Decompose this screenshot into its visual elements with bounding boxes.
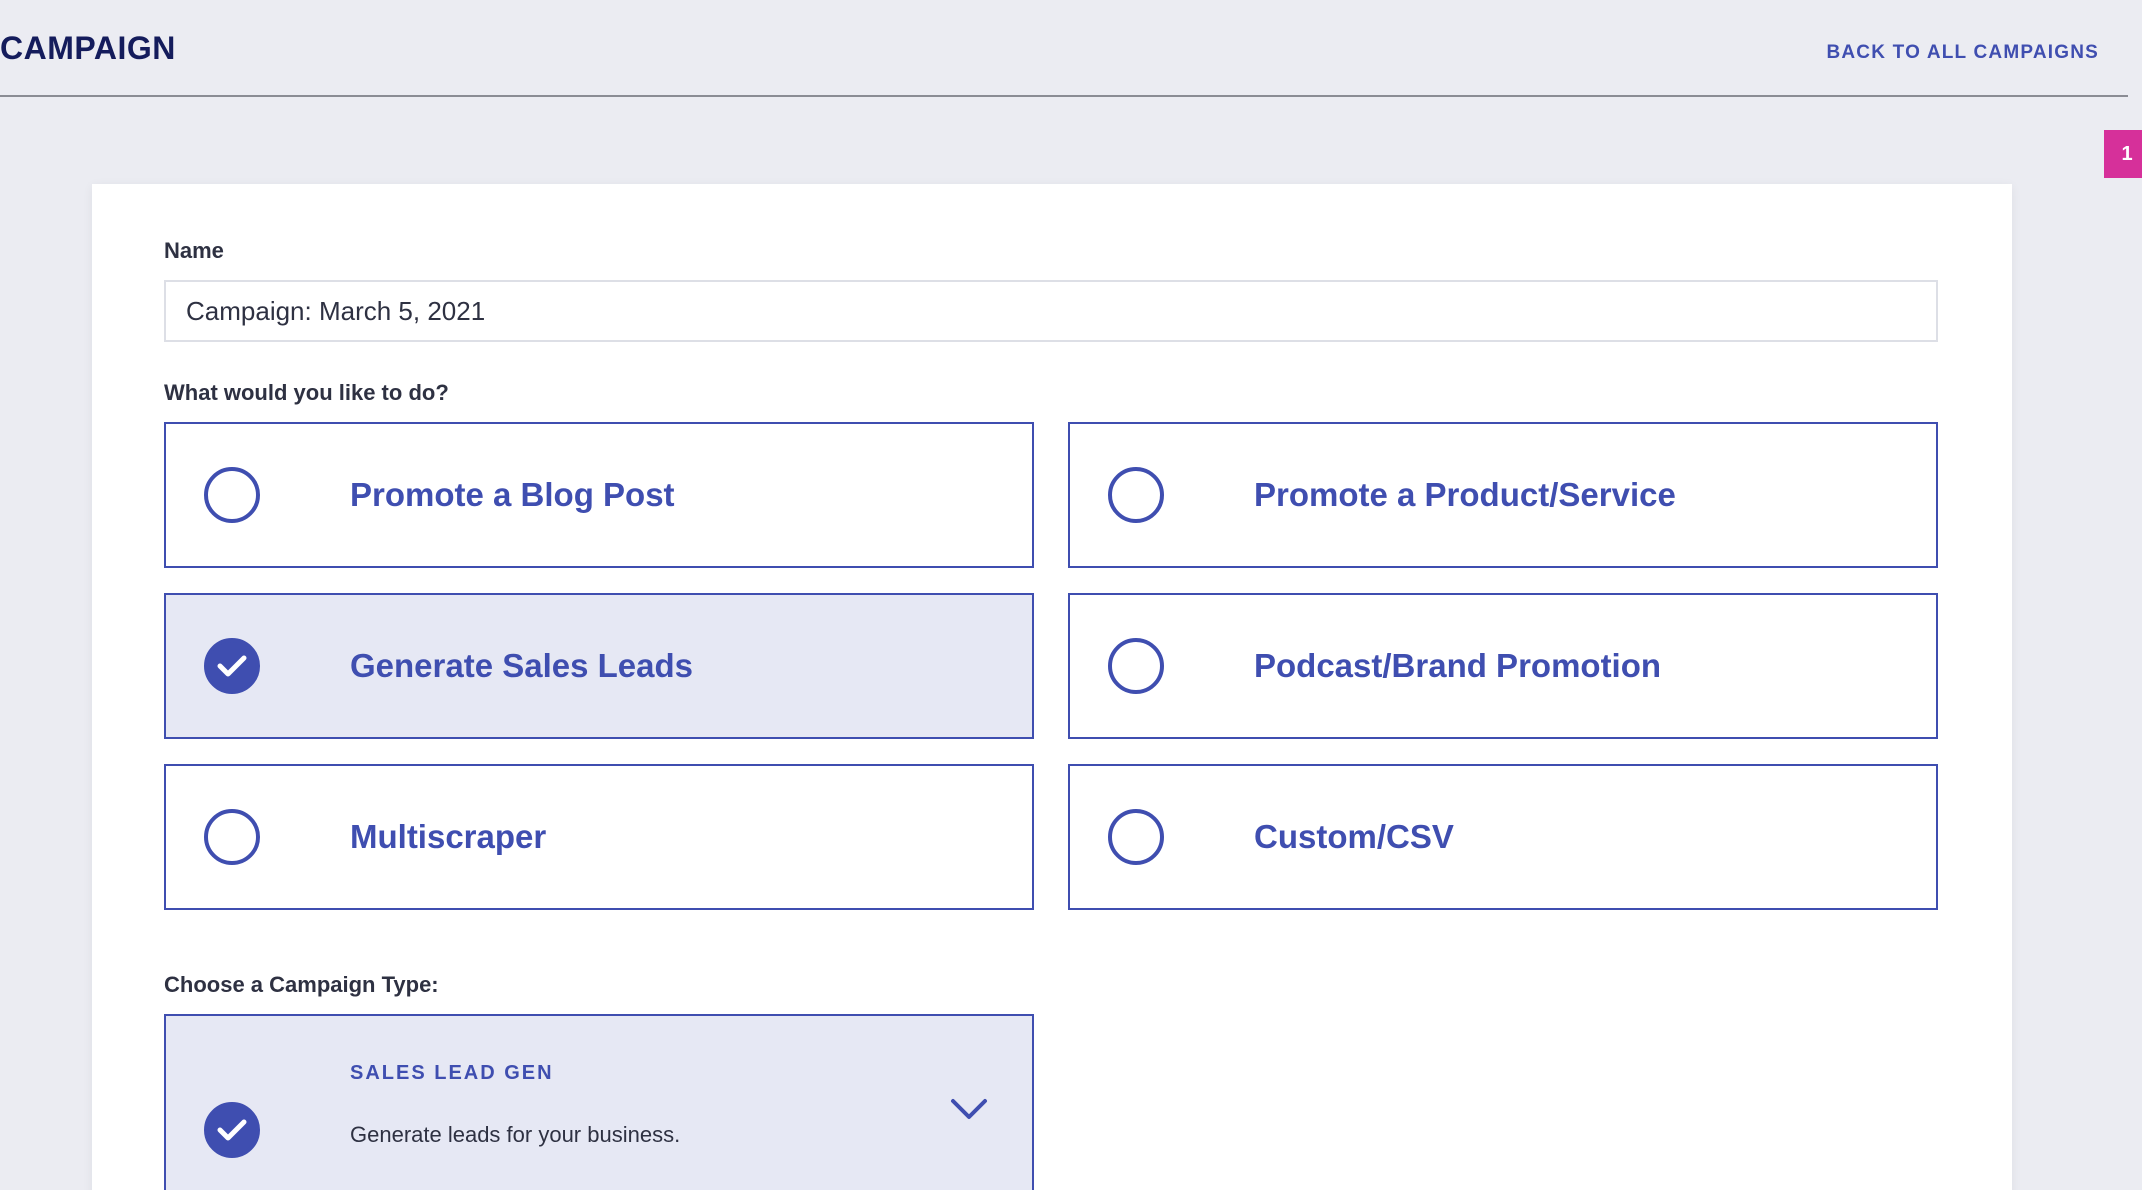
empty-circle-icon xyxy=(204,467,260,523)
page-title: CAMPAIGN xyxy=(0,30,176,66)
campaign-type-title: SALES LEAD GEN xyxy=(350,1062,554,1084)
empty-circle-icon xyxy=(1108,809,1164,865)
campaign-type-label: Choose a Campaign Type: xyxy=(164,972,439,997)
option-label: Promote a Product/Service xyxy=(1254,476,1676,513)
name-input[interactable] xyxy=(164,280,1938,342)
option-podcast-brand-promotion[interactable]: Podcast/Brand Promotion xyxy=(1068,593,1938,739)
empty-circle-icon xyxy=(1108,638,1164,694)
campaign-type-select[interactable]: SALES LEAD GEN Generate leads for your b… xyxy=(164,1014,1034,1190)
empty-circle-icon xyxy=(1108,467,1164,523)
notification-badge[interactable]: 1 xyxy=(2104,130,2142,178)
option-label: Multiscraper xyxy=(350,818,547,855)
campaign-form-card: Name What would you like to do? Promote … xyxy=(92,184,2012,1190)
campaign-type-description: Generate leads for your business. xyxy=(350,1122,681,1147)
option-generate-sales-leads[interactable]: Generate Sales Leads xyxy=(164,593,1034,739)
option-label: Custom/CSV xyxy=(1254,818,1454,855)
empty-circle-icon xyxy=(204,809,260,865)
check-circle-icon xyxy=(204,638,260,694)
option-multiscraper[interactable]: Multiscraper xyxy=(164,764,1034,910)
chevron-down-icon[interactable] xyxy=(950,1096,988,1124)
option-promote-product-service[interactable]: Promote a Product/Service xyxy=(1068,422,1938,568)
option-promote-blog-post[interactable]: Promote a Blog Post xyxy=(164,422,1034,568)
name-label: Name xyxy=(164,238,224,263)
header: CAMPAIGN BACK TO ALL CAMPAIGNS xyxy=(0,0,2128,97)
goal-label: What would you like to do? xyxy=(164,380,449,405)
option-custom-csv[interactable]: Custom/CSV xyxy=(1068,764,1938,910)
option-label: Podcast/Brand Promotion xyxy=(1254,647,1662,684)
check-circle-icon xyxy=(204,1102,260,1158)
option-label: Promote a Blog Post xyxy=(350,476,675,513)
back-to-campaigns-link[interactable]: BACK TO ALL CAMPAIGNS xyxy=(1826,42,2099,64)
option-label: Generate Sales Leads xyxy=(350,647,694,684)
page: CAMPAIGN BACK TO ALL CAMPAIGNS 1 Name Wh… xyxy=(0,0,2142,1190)
